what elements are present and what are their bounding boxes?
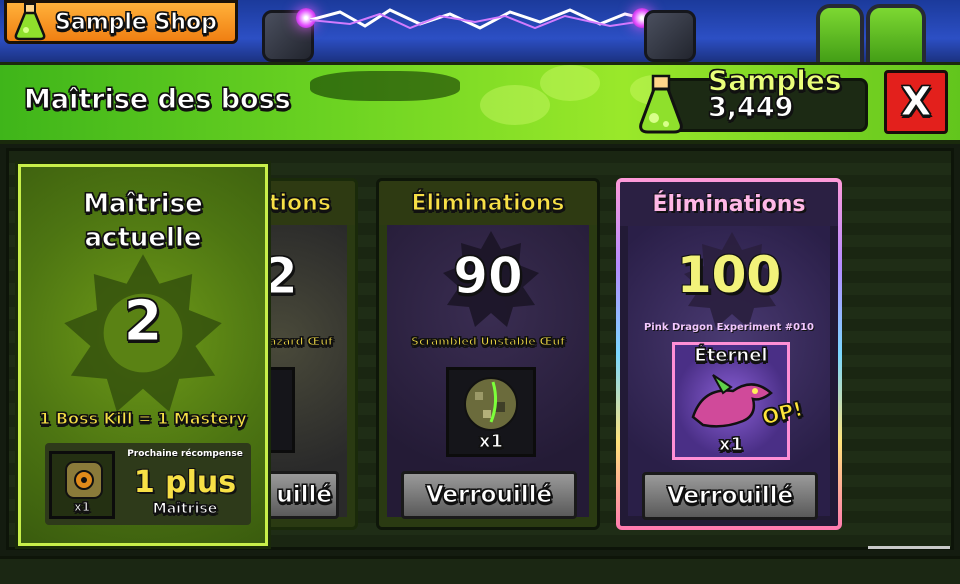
panel-footer bbox=[0, 556, 960, 584]
horizontal-scrollbar[interactable] bbox=[868, 546, 950, 549]
egg-icon bbox=[464, 377, 518, 431]
pet-item-slot: Éternel OP! x1 bbox=[672, 342, 806, 460]
locked-button[interactable]: Verrouillé bbox=[401, 471, 577, 519]
mastery-level: 2 bbox=[123, 289, 163, 355]
locked-button[interactable]: Verrouillé bbox=[642, 472, 818, 520]
egg-item-slot: x1 bbox=[446, 367, 536, 457]
reward-card-eternal: Éliminations 100 Pink Dragon Experiment … bbox=[616, 178, 842, 530]
backpack-icon bbox=[65, 461, 103, 499]
samples-value: 3,449 bbox=[707, 92, 794, 124]
reward-name: azard Œuf bbox=[269, 335, 334, 349]
reward-card: Éliminations 90 Scrambled Unstable Œuf x… bbox=[376, 178, 600, 530]
item-quantity: x1 bbox=[73, 500, 91, 515]
rarity-label: Éternel bbox=[694, 345, 768, 367]
reward-card-header: Éliminations bbox=[620, 182, 838, 226]
lightning-bolt-icon bbox=[310, 8, 650, 30]
reward-name: Pink Dragon Experiment #010 bbox=[643, 322, 815, 333]
next-reward-box: x1 Prochaine récompense 1 plus Maîtrise bbox=[45, 443, 251, 525]
reward-card: tions 2 azard Œuf uillé bbox=[260, 178, 358, 530]
mastery-rule: 1 Boss Kill = 1 Mastery bbox=[39, 409, 248, 429]
page-title: Maîtrise des boss bbox=[24, 84, 292, 116]
item-quantity: x1 bbox=[478, 431, 504, 453]
sample-shop-button[interactable]: Sample Shop bbox=[4, 0, 238, 44]
reward-name: Scrambled Unstable Œuf bbox=[411, 335, 566, 349]
reward-card-header: tions bbox=[263, 181, 355, 225]
green-tank-large bbox=[866, 4, 926, 64]
tesla-coil-right bbox=[644, 10, 696, 62]
mastery-title-line1: Maîtrise bbox=[83, 189, 204, 220]
samples-flask-icon bbox=[636, 74, 686, 140]
close-button[interactable]: X bbox=[884, 70, 948, 134]
flask-icon bbox=[13, 3, 47, 41]
locked-button[interactable]: uillé bbox=[263, 471, 339, 519]
next-reward-label: Prochaine récompense bbox=[127, 449, 243, 459]
current-mastery-card: Maîtrise actuelle 2 1 Boss Kill = 1 Mast… bbox=[18, 164, 268, 546]
item-quantity: x1 bbox=[718, 434, 744, 456]
reward-card-header: Éliminations bbox=[379, 181, 597, 225]
reward-amount: 1 plus bbox=[133, 465, 237, 500]
reward-item-slot: x1 bbox=[49, 451, 115, 519]
kill-count: 2 bbox=[263, 247, 298, 306]
kill-count: 90 bbox=[453, 247, 524, 306]
reward-name: Maîtrise bbox=[152, 501, 218, 518]
sample-shop-label: Sample Shop bbox=[55, 9, 218, 35]
mastery-title-line2: actuelle bbox=[84, 223, 202, 254]
kill-count: 100 bbox=[676, 246, 782, 304]
green-tank bbox=[816, 4, 864, 64]
